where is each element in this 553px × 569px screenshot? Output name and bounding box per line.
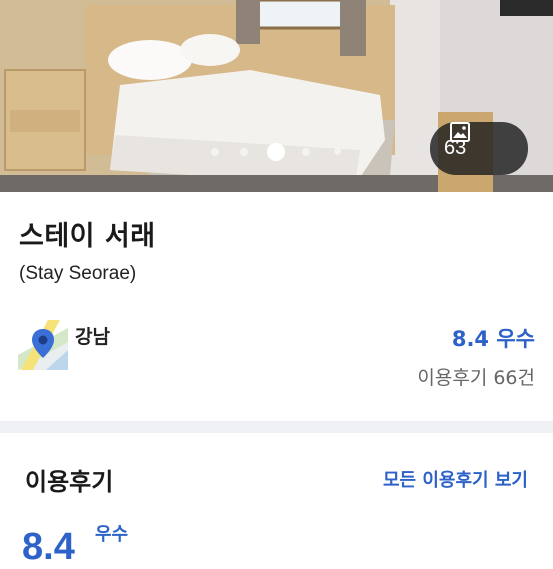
review-count[interactable]: 이용후기 66건	[417, 363, 535, 390]
photo-count-button[interactable]: 63	[430, 122, 528, 175]
hotel-photo-carousel[interactable]: 63	[0, 0, 553, 192]
hotel-name: 스테이 서래	[19, 221, 156, 252]
hotel-area: 강남	[75, 326, 110, 348]
carousel-dot[interactable]	[302, 148, 310, 156]
carousel-dot[interactable]	[211, 148, 219, 156]
carousel-dot[interactable]	[240, 148, 248, 156]
reviews-grade: 우수	[95, 524, 129, 545]
reviews-score: 8.4	[22, 526, 75, 568]
reviews-section-title: 이용후기	[25, 468, 114, 496]
map-pin-icon[interactable]	[18, 320, 68, 370]
rating-score: 8.4 우수	[451, 327, 535, 351]
see-all-reviews-link[interactable]: 모든 이용후기 보기	[383, 466, 528, 492]
carousel-dot-active[interactable]	[267, 143, 285, 161]
carousel-dot[interactable]	[334, 148, 341, 155]
section-divider	[0, 421, 553, 433]
hotel-name-english: (Stay Seorae)	[19, 263, 137, 284]
image-icon	[450, 122, 470, 142]
